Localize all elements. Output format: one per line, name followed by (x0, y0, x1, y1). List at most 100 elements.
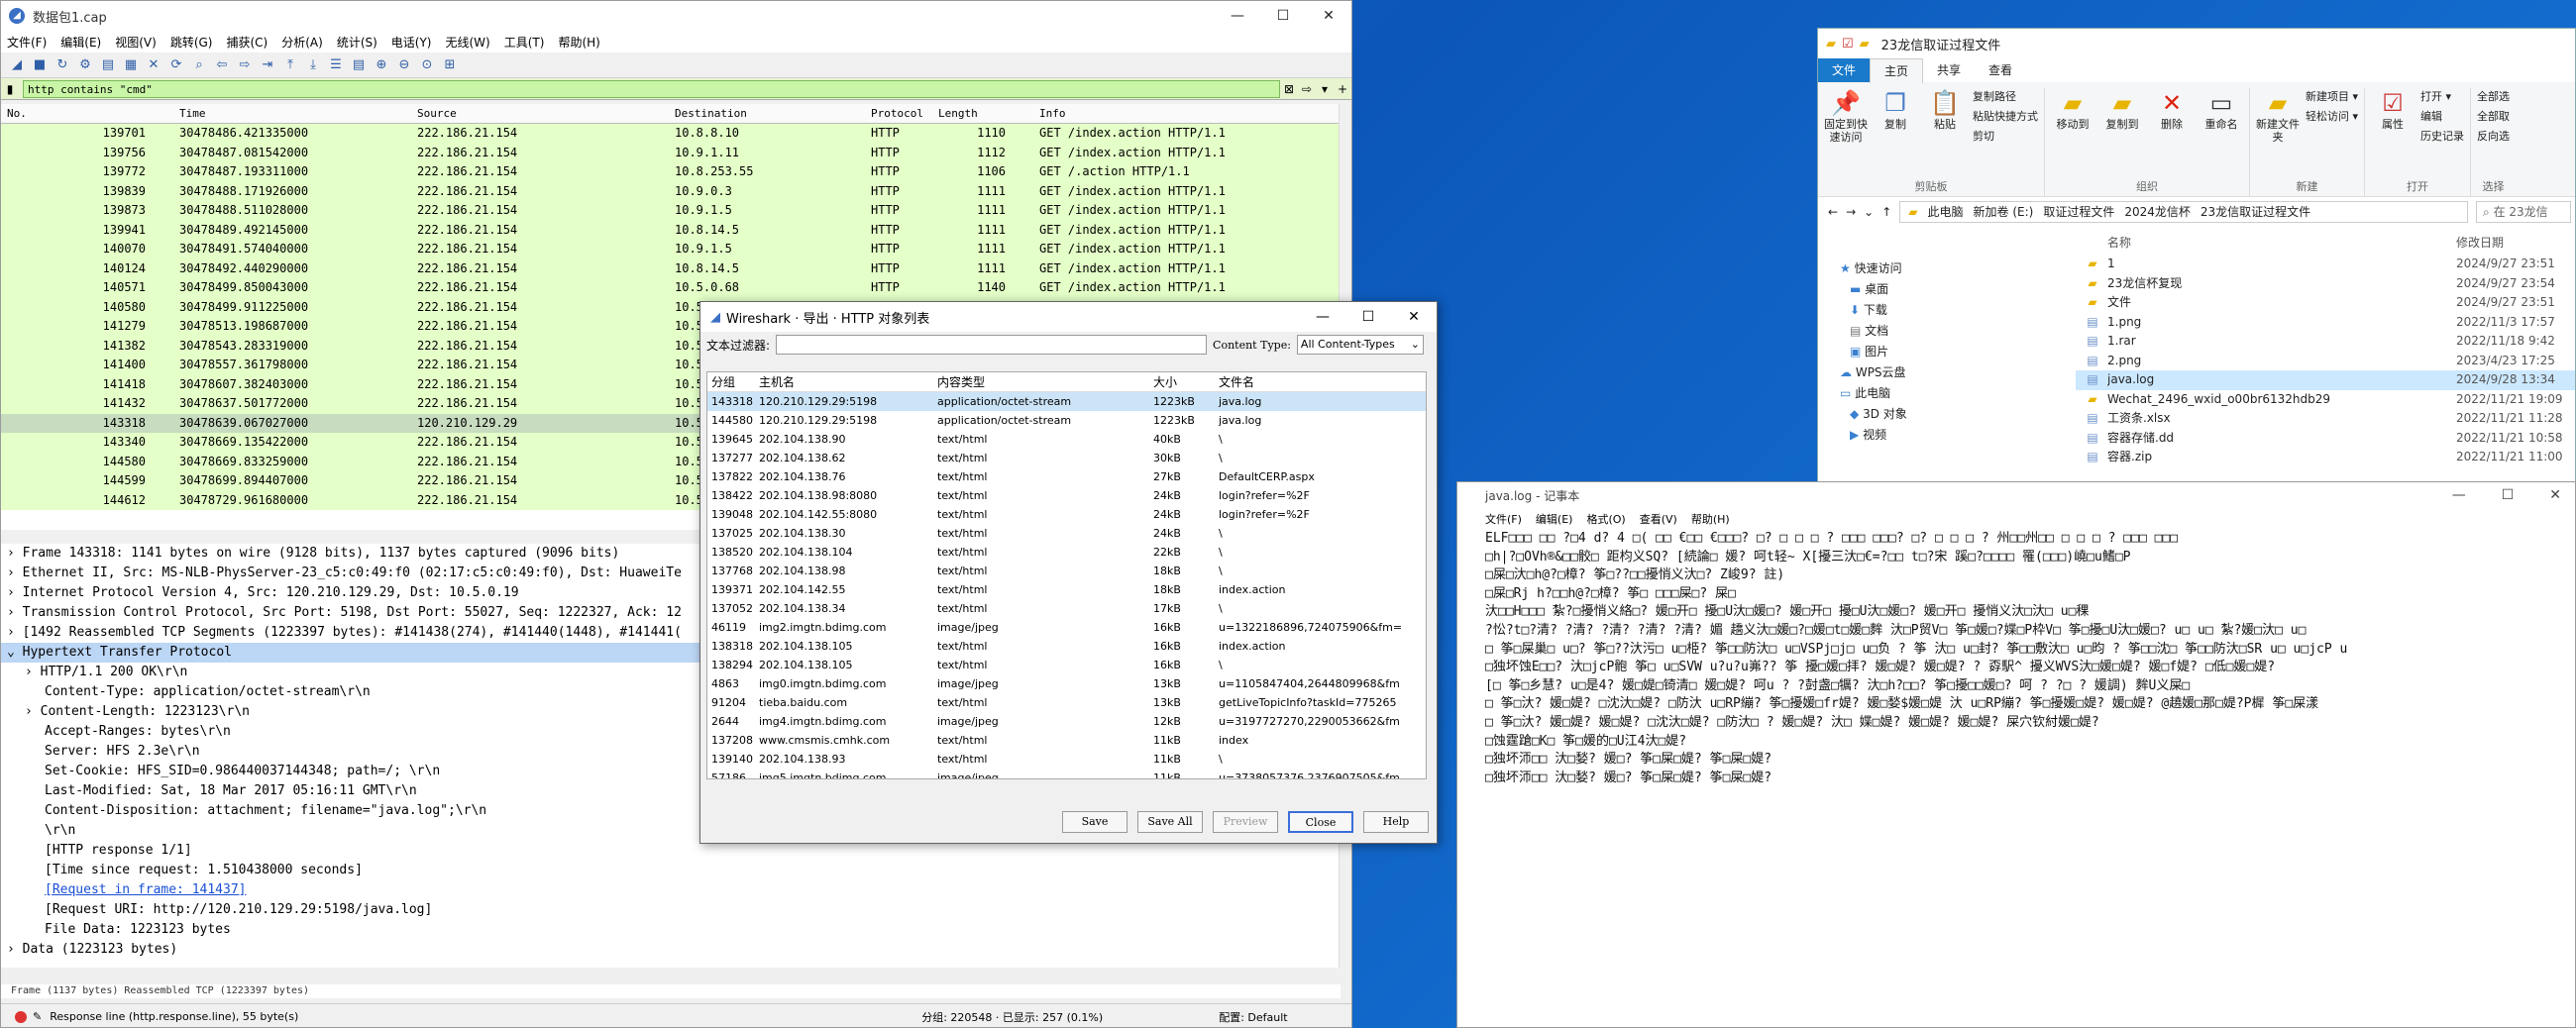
list-item[interactable]: ▰ 23龙信杯复现 2024/9/27 23:54 (2076, 274, 2575, 294)
notepad-minimize-button[interactable]: — (2452, 487, 2466, 503)
notepad-menu-format[interactable]: 格式(O) (1586, 511, 1625, 527)
zoom-out-icon[interactable]: ⊖ (394, 55, 414, 75)
properties-quick-icon[interactable]: ☑ (1842, 37, 1854, 51)
crumb-current[interactable]: 23龙信取证过程文件 (2200, 202, 2310, 222)
forward-arrow-icon[interactable]: → (1846, 205, 1856, 219)
table-row[interactable]: 137822 202.104.138.76 text/html 27kB Default… (707, 467, 1426, 486)
maximize-button[interactable]: ☐ (1260, 1, 1306, 31)
zoom-reset-icon[interactable]: ⊙ (417, 55, 437, 75)
content-type-select[interactable]: All Content-Types ⌄ (1296, 335, 1424, 355)
move-to-button[interactable]: ▰ 移动到 (2051, 88, 2094, 178)
apply-filter-icon[interactable]: ⇨ (1298, 82, 1316, 96)
detail-data[interactable]: › Data (1223123 bytes) (1, 940, 1341, 960)
colorize-icon[interactable]: ▤ (349, 55, 369, 75)
new-folder-button[interactable]: ▰ 新建文件夹 (2256, 88, 2300, 178)
back-arrow-icon[interactable]: ← (1828, 205, 1838, 219)
go-forward-icon[interactable]: ⇨ (235, 55, 255, 75)
edit-icon[interactable]: ✎ (33, 1010, 42, 1023)
col-hostname[interactable]: 主机名 (755, 372, 933, 391)
table-row[interactable]: 139371 202.104.142.55 text/html 18kB index.a… (707, 580, 1426, 599)
recent-dropdown-icon[interactable]: ⌄ (1864, 205, 1874, 219)
list-item[interactable]: ▰ Wechat_2496_wxid_o00br6132hdb29 2022/11/… (2076, 390, 2575, 410)
close-button[interactable]: Close (1288, 811, 1353, 833)
notepad-maximize-button[interactable]: ☐ (2502, 487, 2515, 503)
crumb-this-pc[interactable]: 此电脑 (1927, 202, 1963, 222)
table-row[interactable]: 137277 202.104.138.62 text/html 30kB \ (707, 449, 1426, 467)
options-icon[interactable]: ⚙ (75, 55, 95, 75)
tab-file[interactable]: 文件 (1818, 58, 1871, 82)
table-row[interactable]: 139701 30478486.421335000 222.186.21.154 10… (1, 124, 1341, 144)
save-all-button[interactable]: Save All (1137, 811, 1203, 833)
crumb-forensics[interactable]: 取证过程文件 (2043, 202, 2114, 222)
go-back-icon[interactable]: ⇦ (212, 55, 232, 75)
table-row[interactable]: 139140 202.104.138.93 text/html 11kB \ (707, 750, 1426, 769)
table-row[interactable]: 139941 30478489.492145000 222.186.21.154 10… (1, 220, 1341, 240)
bookmark-icon[interactable]: ▮ (1, 82, 19, 96)
minimize-button[interactable]: — (1215, 1, 1260, 31)
table-row[interactable]: 139048 202.104.142.55:8080 text/html 24kB lo… (707, 505, 1426, 524)
add-filter-button-icon[interactable]: + (1334, 82, 1351, 96)
status-profile[interactable]: 配置: Default (1219, 1009, 1287, 1025)
select-all-button[interactable]: 全部选 (2477, 88, 2510, 104)
stop-capture-icon[interactable]: ■ (30, 55, 50, 75)
find-icon[interactable]: ⌕ (189, 55, 209, 75)
nav-pictures[interactable]: ▣ 图片 (1818, 342, 2036, 362)
menu-telephony[interactable]: 电话(Y) (391, 34, 432, 51)
cut-button[interactable]: 剪切 (1973, 128, 2038, 144)
copy-to-button[interactable]: ▰ 复制到 (2100, 88, 2144, 178)
menu-statistics[interactable]: 统计(S) (337, 34, 377, 51)
menu-edit[interactable]: 编辑(E) (60, 34, 101, 51)
detail-response-index[interactable]: [HTTP response 1/1] (1, 841, 1341, 861)
col-content-type[interactable]: 内容类型 (933, 372, 1149, 391)
edit-button[interactable]: 编辑 (2420, 108, 2464, 124)
table-row[interactable]: 137025 202.104.138.30 text/html 24kB \ (707, 524, 1426, 543)
col-destination[interactable]: Destination (675, 104, 871, 123)
first-packet-icon[interactable]: ⤒ (280, 55, 300, 75)
nav-downloads[interactable]: ⬇ 下载 (1818, 300, 2036, 321)
tab-share[interactable]: 共享 (1923, 58, 1975, 82)
menu-file[interactable]: 文件(F) (7, 34, 47, 51)
notepad-menu-help[interactable]: 帮助(H) (1691, 511, 1730, 527)
tab-home[interactable]: 主页 (1870, 57, 1924, 83)
pin-quick-access-button[interactable]: 📌 固定到快速访问 (1824, 88, 1868, 178)
properties-button[interactable]: ☑ 属性 (2371, 88, 2415, 178)
table-row[interactable]: 137768 202.104.138.98 text/html 18kB \ (707, 562, 1426, 580)
delete-button[interactable]: ✕ 删除 (2150, 88, 2194, 178)
dialog-minimize-button[interactable]: — (1300, 309, 1345, 325)
notepad-menu-view[interactable]: 查看(V) (1640, 511, 1677, 527)
notepad-menu-edit[interactable]: 编辑(E) (1536, 511, 1573, 527)
copy-button[interactable]: ❐ 复制 (1874, 88, 1917, 178)
table-row[interactable]: 140571 30478499.850043000 222.186.21.154 10… (1, 278, 1341, 298)
text-filter-input[interactable] (776, 335, 1208, 355)
table-row[interactable]: 138294 202.104.138.105 text/html 16kB \ (707, 656, 1426, 674)
list-item[interactable]: ▤ 1.rar 2022/11/18 9:42 (2076, 332, 2575, 352)
col-filename[interactable]: 文件名 (1215, 372, 1411, 391)
autoscroll-icon[interactable]: ☰ (326, 55, 346, 75)
table-row[interactable]: 137052 202.104.138.34 text/html 17kB \ (707, 599, 1426, 618)
col-name[interactable]: 名称 (2107, 231, 2456, 255)
table-row[interactable]: 138422 202.104.138.98:8080 text/html 24kB lo… (707, 486, 1426, 505)
reload-icon[interactable]: ⟳ (166, 55, 186, 75)
help-button[interactable]: Help (1363, 811, 1429, 833)
list-item[interactable]: ▤ 容器.zip 2022/11/21 11:00 (2076, 448, 2575, 467)
nav-videos[interactable]: ▶ 视频 (1818, 425, 2036, 446)
col-no[interactable]: No. (1, 104, 150, 123)
table-row[interactable]: 4863 img0.imgtn.bdimg.com image/jpeg 13kB u=… (707, 674, 1426, 693)
table-row[interactable]: 137208 www.cmsmis.cmhk.com text/html 11kB in… (707, 731, 1426, 750)
expert-info-icon[interactable] (15, 1010, 27, 1023)
col-length[interactable]: Length (932, 104, 1039, 123)
crumb-volume[interactable]: 新加卷 (E:) (1974, 202, 2034, 222)
dialog-close-x-button[interactable]: ✕ (1391, 309, 1437, 325)
nav-quick-access[interactable]: ★ 快速访问 (1818, 258, 2036, 279)
notepad-close-button[interactable]: ✕ (2549, 487, 2561, 503)
menu-go[interactable]: 跳转(G) (170, 34, 213, 51)
search-box[interactable]: ⌕ 在 23龙信 (2476, 201, 2571, 223)
table-row[interactable]: 144580 120.210.129.29:5198 application/oct… (707, 411, 1426, 430)
open-button[interactable]: 打开 ▾ (2420, 88, 2464, 104)
col-protocol[interactable]: Protocol (871, 104, 932, 123)
col-info[interactable]: Info (1039, 104, 1341, 123)
up-arrow-icon[interactable]: ↑ (1881, 205, 1891, 219)
bytes-tabs[interactable]: Frame (1137 bytes) Reassembled TCP (1223… (1, 984, 1341, 998)
list-item[interactable]: ▰ 文件 2024/9/27 23:51 (2076, 293, 2575, 313)
table-row[interactable]: 138520 202.104.138.104 text/html 22kB \ (707, 543, 1426, 562)
